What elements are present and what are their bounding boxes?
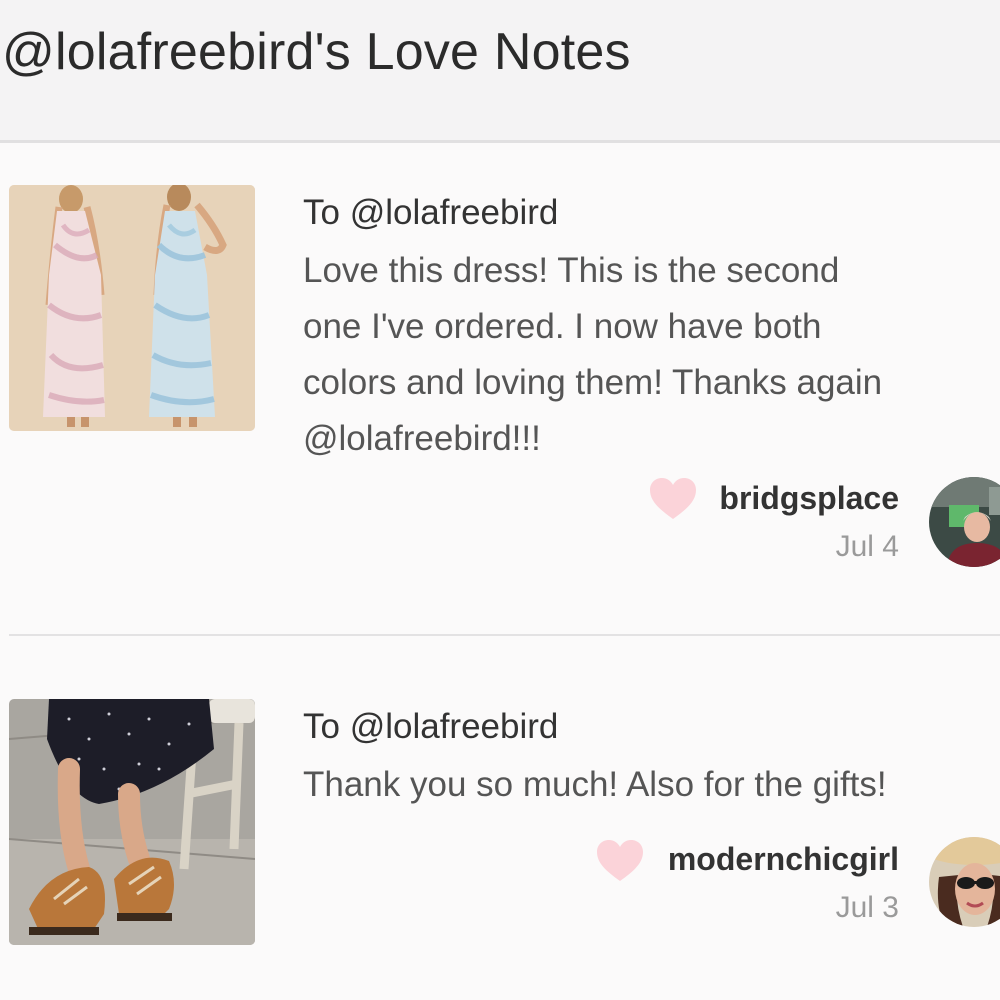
note-message: Love this dress! This is the second one …: [303, 243, 1000, 467]
note-date: Jul 4: [835, 530, 899, 563]
love-note: To @lolafreebird Love this dress! This i…: [0, 185, 1000, 635]
message-line: Love this dress! This is the second: [303, 251, 840, 290]
heart-icon[interactable]: [649, 477, 697, 521]
note-recipient[interactable]: To @lolafreebird: [303, 193, 558, 233]
dresses-image: [9, 185, 255, 431]
note-message: Thank you so much! Also for the gifts!: [303, 757, 1000, 813]
message-line: colors and loving them! Thanks again: [303, 363, 883, 402]
avatar[interactable]: [929, 837, 1000, 927]
listing-thumbnail[interactable]: [9, 185, 255, 431]
sandals-image: [9, 699, 255, 945]
avatar-image: [929, 477, 1000, 567]
love-note: To @lolafreebird Thank you so much! Also…: [0, 699, 1000, 1000]
message-line: Thank you so much! Also for the gifts!: [303, 765, 887, 804]
header-bar: @lolafreebird's Love Notes: [0, 0, 1000, 143]
avatar[interactable]: [929, 477, 1000, 567]
note-recipient[interactable]: To @lolafreebird: [303, 707, 558, 747]
love-notes-screen: @lolafreebird's Love Notes To @lolafreeb…: [0, 0, 1000, 1000]
heart-icon[interactable]: [596, 839, 644, 883]
author-username[interactable]: modernchicgirl: [668, 841, 899, 878]
note-divider: [9, 634, 1000, 636]
author-username[interactable]: bridgsplace: [719, 480, 899, 517]
avatar-image: [929, 837, 1000, 927]
message-line: one I've ordered. I now have both: [303, 307, 822, 346]
message-line: @lolafreebird!!!: [303, 419, 541, 458]
page-title: @lolafreebird's Love Notes: [2, 23, 631, 81]
listing-thumbnail[interactable]: [9, 699, 255, 945]
note-date: Jul 3: [835, 891, 899, 924]
